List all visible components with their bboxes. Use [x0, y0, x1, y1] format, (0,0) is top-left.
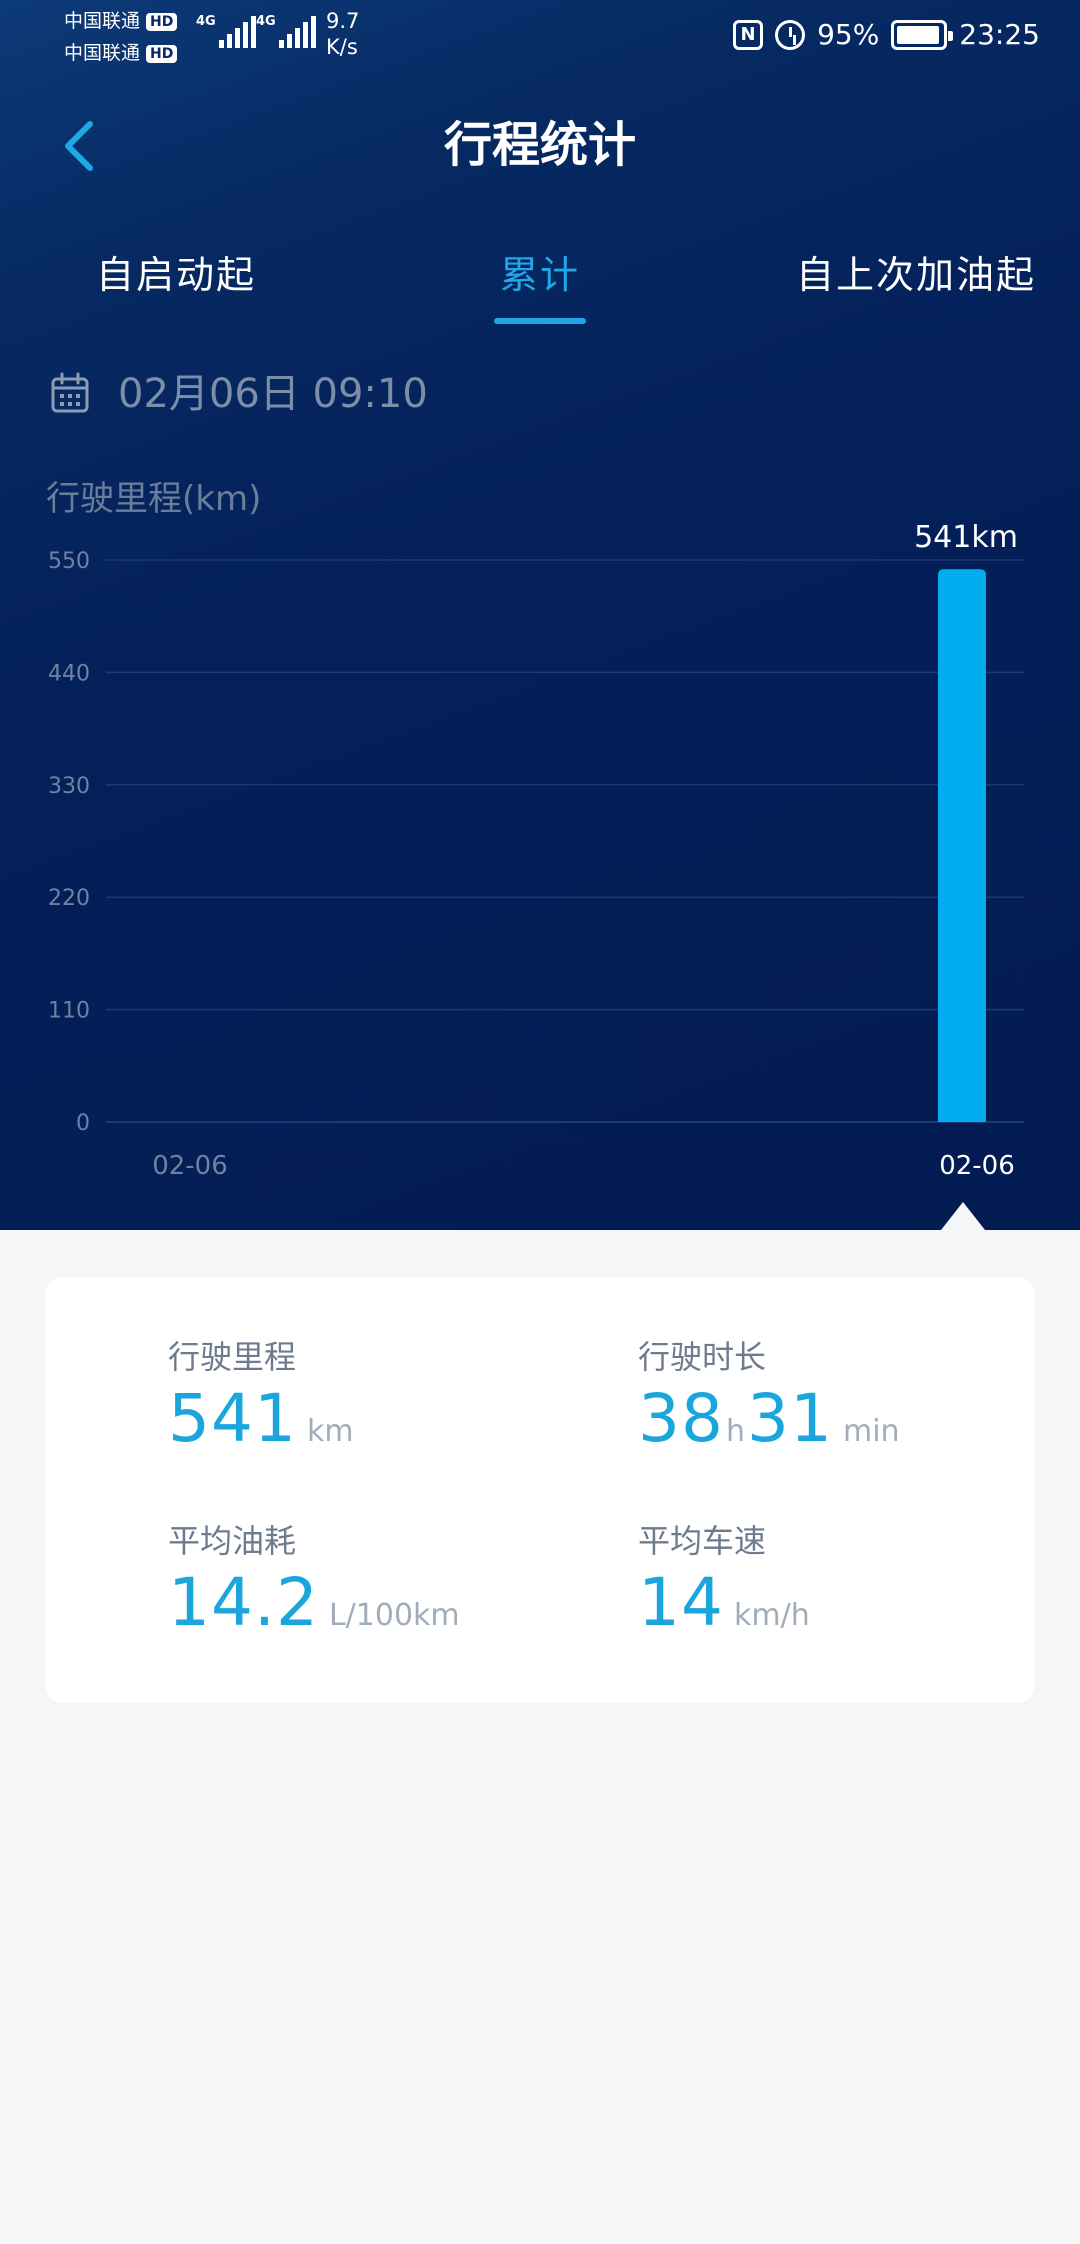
chart-x-tick-label: 02-06: [939, 1151, 1015, 1181]
network-type-1: 4G: [196, 14, 216, 29]
page-title: 行程统计: [443, 117, 636, 173]
stat-duration-minutes-unit: min: [842, 1414, 900, 1449]
clock-time: 23:25: [959, 18, 1040, 51]
alarm-icon: [775, 19, 806, 50]
network-speed-value: 9.7: [326, 9, 360, 33]
carrier-2: 中国联通 HD: [64, 42, 178, 64]
battery-icon: [891, 19, 954, 50]
stat-fuel-value-row: 14.2 L/100km: [168, 1563, 460, 1660]
stat-mileage-value: 541: [168, 1380, 297, 1457]
chart-y-tick-label: 550: [48, 549, 90, 574]
stat-duration-hours-unit: h: [725, 1414, 745, 1449]
stat-mileage-label: 行驶里程: [168, 1338, 297, 1376]
chart-x-tick-label: 02-06: [152, 1151, 228, 1181]
stat-speed-value-row: 14 km/h: [638, 1563, 810, 1660]
stat-duration-hours: 38: [638, 1380, 724, 1457]
stat-duration-minutes: 31: [747, 1380, 833, 1457]
battery-percent: 95%: [817, 18, 880, 51]
nfc-icon: N: [733, 19, 764, 50]
selection-pointer: [941, 1202, 985, 1230]
stat-speed-unit: km/h: [733, 1598, 810, 1633]
tab-active-indicator: [494, 318, 586, 324]
status-right: N 95% 23:25: [733, 18, 1040, 51]
chart-y-tick-label: 110: [48, 999, 90, 1024]
signal-1: 4G: [196, 14, 256, 48]
stat-fuel-unit: L/100km: [328, 1598, 460, 1633]
carrier-1: 中国联通 HD: [64, 10, 178, 32]
chart-y-tick-label: 220: [48, 886, 90, 911]
hd-badge-2: HD: [146, 45, 178, 63]
carrier-1-name: 中国联通: [64, 10, 141, 32]
stat-fuel-value: 14.2: [168, 1564, 319, 1641]
stat-fuel-label: 平均油耗: [168, 1522, 297, 1560]
status-bar: 中国联通 HD 中国联通 HD 4G 4G 9.7 K/s N 95% 23:2…: [0, 0, 1080, 70]
hd-badge-1: HD: [146, 13, 178, 31]
stat-fuel: 平均油耗 14.2 L/100km: [168, 1519, 460, 1660]
tab-since-refuel[interactable]: 自上次加油起: [796, 245, 1036, 305]
calendar-icon[interactable]: [50, 372, 90, 414]
chevron-left-icon: [65, 121, 93, 171]
stat-speed: 平均车速 14 km/h: [638, 1519, 810, 1660]
chart-y-tick-label: 440: [48, 661, 90, 686]
signal-bars-2-icon: [278, 14, 316, 48]
stat-duration: 行驶时长 38h31 min: [638, 1335, 900, 1476]
mileage-bar-chart: 0 110 220 330 440 550 02-06 02-06 541km: [48, 520, 1024, 1181]
network-speed-unit: K/s: [326, 35, 358, 59]
stat-speed-value: 14: [638, 1564, 724, 1641]
back-button[interactable]: [52, 110, 112, 180]
stats-card: 行驶里程 541 km 行驶时长 38h31 min 平均油耗 14.2 L/100k…: [46, 1277, 1034, 1703]
hero-panel: 中国联通 HD 中国联通 HD 4G 4G 9.7 K/s N 95% 23:2…: [0, 0, 1080, 1230]
network-speed: 9.7 K/s: [326, 8, 359, 60]
signal-2: 4G: [256, 14, 316, 48]
stat-duration-value-row: 38h31 min: [638, 1379, 900, 1476]
tab-since-start[interactable]: 自启动起: [96, 245, 256, 305]
carrier-2-name: 中国联通: [64, 42, 141, 64]
chart-bar: [938, 569, 986, 1122]
battery-fill: [897, 25, 940, 44]
chart-y-tick-label: 330: [48, 774, 90, 799]
date-selector[interactable]: 02月06日 09:10: [118, 366, 428, 422]
stat-mileage-value-row: 541 km: [168, 1379, 354, 1476]
tab-cumulative[interactable]: 累计: [500, 253, 580, 297]
chart-y-tick-label: 0: [76, 1111, 90, 1136]
stat-mileage: 行驶里程 541 km: [168, 1335, 354, 1476]
stat-speed-label: 平均车速: [638, 1522, 767, 1560]
network-type-2: 4G: [256, 14, 276, 29]
stat-duration-label: 行驶时长: [638, 1338, 767, 1376]
stat-mileage-unit: km: [306, 1414, 354, 1449]
signal-bars-1-icon: [218, 14, 256, 48]
chart-bar-data-label: 541km: [914, 520, 1018, 555]
